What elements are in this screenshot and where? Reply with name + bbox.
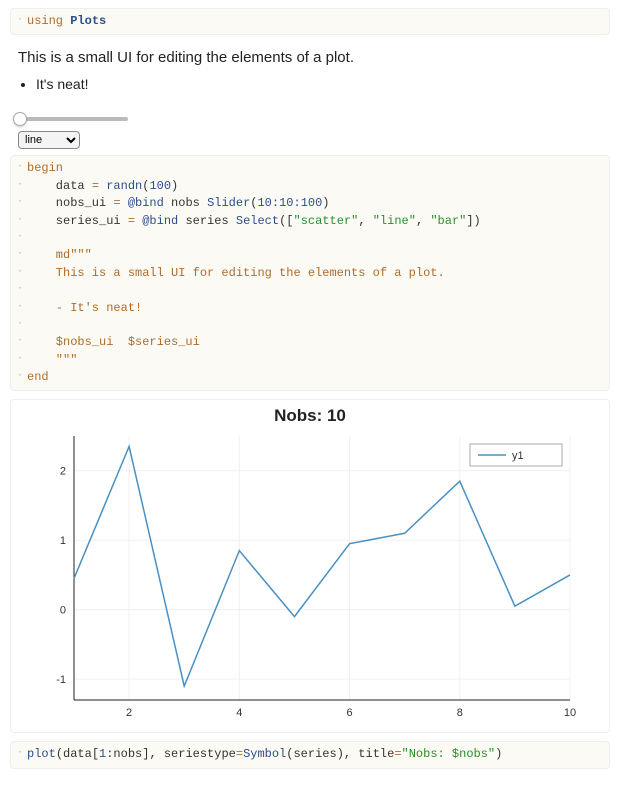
svg-text:4: 4 <box>236 707 242 719</box>
svg-text:-1: -1 <box>56 675 66 687</box>
svg-text:0: 0 <box>60 605 66 617</box>
intro-bullet: It's neat! <box>36 76 602 92</box>
svg-text:2: 2 <box>60 466 66 478</box>
gutter-dot: · <box>15 13 25 29</box>
svg-text:y1: y1 <box>512 450 524 462</box>
nobs-slider-row <box>18 110 602 128</box>
nobs-slider[interactable] <box>18 110 128 128</box>
series-select-row: line <box>18 130 602 149</box>
series-select[interactable]: line <box>18 131 80 149</box>
plot-output-cell: Nobs: 10 2 4 6 8 10 -1 0 1 2 y1 <box>10 399 610 733</box>
cell-plot-call: ·plot(data[1:nobs], seriestype=Symbol(se… <box>10 741 610 768</box>
cell-using-plots: ·using Plots <box>10 8 610 35</box>
plot-svg: 2 4 6 8 10 -1 0 1 2 y1 <box>30 428 590 728</box>
svg-text:10: 10 <box>564 707 576 719</box>
svg-text:1: 1 <box>60 536 66 548</box>
intro-text: This is a small UI for editing the eleme… <box>18 49 602 66</box>
code-line[interactable]: ·using Plots <box>27 13 601 30</box>
rendered-markdown: This is a small UI for editing the eleme… <box>10 43 610 106</box>
plot-title: Nobs: 10 <box>19 406 601 426</box>
cell-begin-block: ·begin · data = randn(100) · nobs_ui = @… <box>10 155 610 391</box>
svg-text:8: 8 <box>457 707 463 719</box>
svg-text:6: 6 <box>346 707 352 719</box>
svg-text:2: 2 <box>126 707 132 719</box>
